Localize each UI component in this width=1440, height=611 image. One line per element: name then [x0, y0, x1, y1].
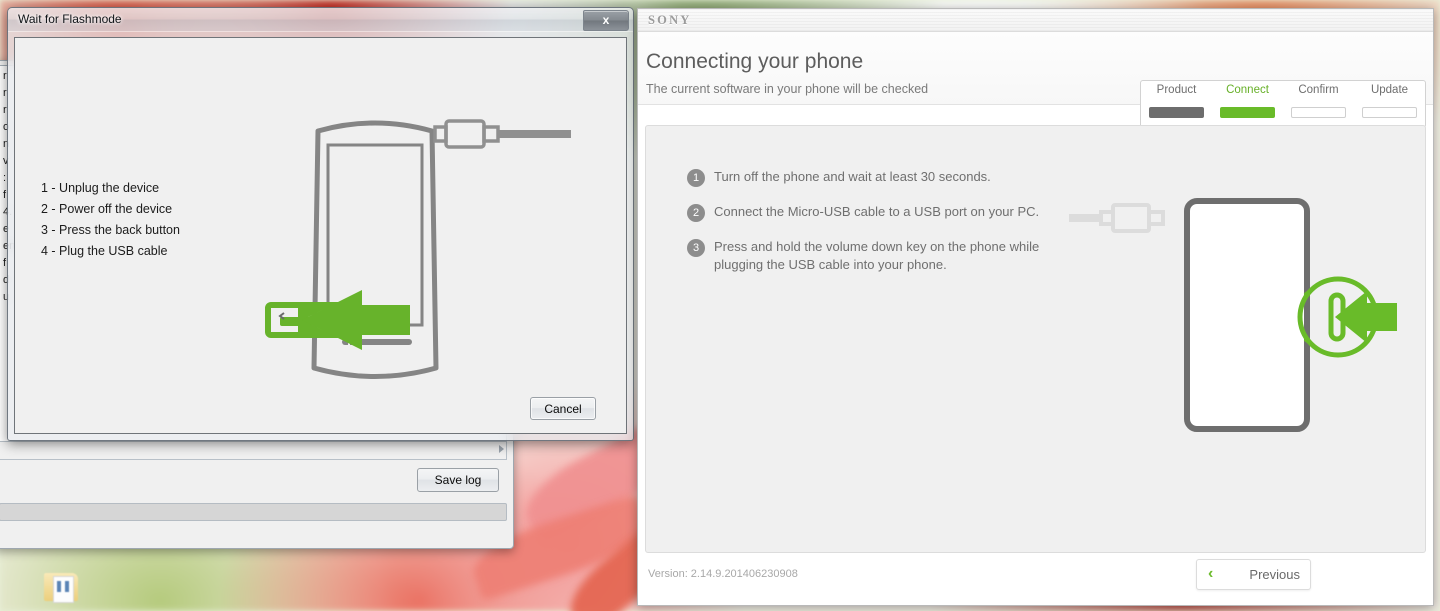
connect-phone-illustration [1069, 198, 1397, 432]
previous-button-label: Previous [1249, 567, 1300, 582]
wait-for-flashmode-dialog: Wait for Flashmode x 1 - Unplug the devi… [7, 7, 634, 441]
sony-logo: SONY [648, 13, 692, 27]
chevron-left-icon: ‹ [1208, 565, 1214, 582]
wizard-step-bar [1362, 107, 1417, 118]
wizard-step-label: Connect [1226, 84, 1269, 96]
page-title: Connecting your phone [646, 50, 864, 73]
desktop-screen: r r r o n v : f 4. e en f d u Save log W… [0, 0, 1440, 611]
sony-footer: Version: 2.14.9.201406230908 ‹ Previous [638, 553, 1433, 605]
step-number-badge: 1 [687, 169, 705, 187]
progress-bar [0, 503, 507, 521]
flashmode-illustration [265, 119, 571, 379]
flashmode-step: 4 - Plug the USB cable [41, 244, 168, 258]
dialog-title: Wait for Flashmode [18, 12, 122, 26]
flashmode-step: 2 - Power off the device [41, 202, 173, 216]
instruction-item: 1 Turn off the phone and wait at least 3… [687, 168, 1087, 187]
flashmode-step: 3 - Press the back button [41, 223, 180, 237]
save-log-button[interactable]: Save log [417, 468, 499, 492]
flashmode-steps-list: 1 - Unplug the device 2 - Power off the … [41, 178, 180, 262]
instructions-list: 1 Turn off the phone and wait at least 3… [687, 168, 1087, 290]
wizard-step-label: Update [1370, 84, 1409, 96]
page-subtitle: The current software in your phone will … [646, 82, 929, 96]
instruction-item: 2 Connect the Micro-USB cable to a USB p… [687, 203, 1087, 222]
wizard-step-product[interactable]: Product [1141, 81, 1212, 127]
dialog-body: 1 - Unplug the device 2 - Power off the … [14, 37, 627, 434]
sony-brand-bar: SONY [638, 9, 1433, 32]
close-icon[interactable]: x [583, 10, 629, 31]
folder-icon[interactable] [44, 570, 80, 604]
wizard-step-confirm[interactable]: Confirm [1283, 81, 1354, 127]
instruction-text: Connect the Micro-USB cable to a USB por… [714, 204, 1040, 219]
wizard-step-label: Product [1156, 84, 1197, 96]
sony-content-panel: 1 Turn off the phone and wait at least 3… [645, 125, 1426, 553]
folder-paper [53, 576, 74, 603]
wizard-step-bar [1220, 107, 1275, 118]
instruction-item: 3 Press and hold the volume down key on … [687, 238, 1087, 274]
sony-header: Connecting your phone The current softwa… [638, 32, 1433, 128]
cancel-button[interactable]: Cancel [530, 397, 596, 420]
scroll-right-arrow-icon[interactable] [499, 445, 504, 453]
instruction-text: Press and hold the volume down key on th… [714, 239, 1040, 272]
wizard-step-label: Confirm [1298, 84, 1339, 96]
wizard-progress-steps: Product Connect Confirm Update [1140, 80, 1426, 128]
step-number-badge: 2 [687, 204, 705, 222]
version-label: Version: 2.14.9.201406230908 [648, 568, 798, 580]
instruction-text: Turn off the phone and wait at least 30 … [714, 169, 991, 184]
horizontal-scrollbar[interactable] [0, 441, 507, 460]
wizard-step-connect[interactable]: Connect [1212, 81, 1283, 127]
step-number-badge: 3 [687, 239, 705, 257]
wizard-step-bar [1149, 107, 1204, 118]
dialog-titlebar[interactable]: Wait for Flashmode x [8, 8, 633, 32]
wizard-step-bar [1291, 107, 1346, 118]
sony-update-service-window: SONY Connecting your phone The current s… [637, 8, 1434, 606]
wizard-step-update[interactable]: Update [1354, 81, 1425, 127]
flashmode-step: 1 - Unplug the device [41, 181, 160, 195]
previous-button[interactable]: ‹ Previous [1196, 559, 1311, 590]
